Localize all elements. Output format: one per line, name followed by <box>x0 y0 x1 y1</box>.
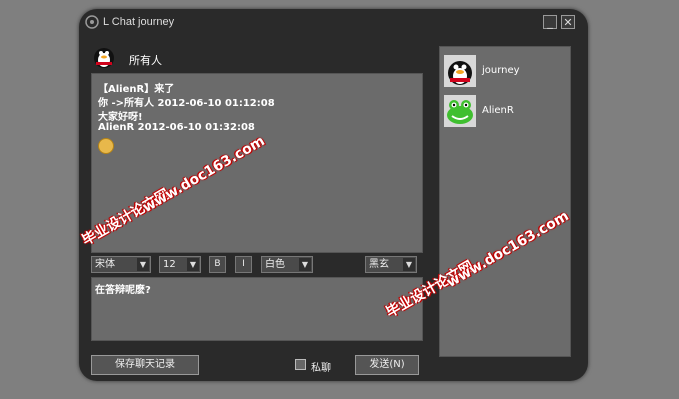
smiley-emoji-icon <box>98 138 114 154</box>
chevron-down-icon: ▼ <box>403 258 415 271</box>
font-size-select[interactable]: 12 ▼ <box>159 256 201 273</box>
message-line: 大家好呀! <box>98 112 143 123</box>
italic-button[interactable]: I <box>235 256 252 273</box>
chevron-down-icon: ▼ <box>137 258 149 271</box>
message-line: 你 ->所有人 2012-06-10 01:12:08 <box>98 98 275 109</box>
user-list: journey AlienR <box>439 46 571 357</box>
private-chat-checkbox[interactable] <box>295 359 306 370</box>
font-color-value: 白色 <box>265 259 285 270</box>
message-input[interactable]: 在答辩呢麽? <box>91 277 423 341</box>
font-size-value: 12 <box>163 259 176 270</box>
font-style-select[interactable]: 黑玄 ▼ <box>365 256 417 273</box>
chevron-down-icon: ▼ <box>187 258 199 271</box>
title-bar[interactable]: L Chat journey _ ✕ <box>79 9 588 37</box>
font-color-select[interactable]: 白色 ▼ <box>261 256 313 273</box>
penguin-avatar-icon <box>444 55 476 87</box>
save-history-button[interactable]: 保存聊天记录 <box>91 355 199 375</box>
user-name: AlienR <box>482 105 514 116</box>
user-list-item[interactable]: journey <box>442 53 568 89</box>
minimize-button[interactable]: _ <box>543 15 557 29</box>
message-line: 【AlienR】来了 <box>98 84 175 95</box>
message-input-text: 在答辩呢麽? <box>95 285 151 296</box>
chat-target-label: 所有人 <box>129 54 162 67</box>
frog-avatar-icon <box>444 95 476 127</box>
user-list-item[interactable]: AlienR <box>442 93 568 129</box>
font-family-select[interactable]: 宋体 ▼ <box>91 256 151 273</box>
private-chat-label: 私聊 <box>311 363 331 374</box>
user-name: journey <box>482 65 520 76</box>
chevron-down-icon: ▼ <box>299 258 311 271</box>
close-button[interactable]: ✕ <box>561 15 575 29</box>
bold-button[interactable]: B <box>209 256 226 273</box>
app-icon <box>85 15 99 29</box>
window-title: L Chat journey <box>103 16 175 28</box>
format-toolbar: 宋体 ▼ 12 ▼ B I 白色 ▼ 黑玄 ▼ <box>91 256 421 276</box>
send-button[interactable]: 发送(N) <box>355 355 419 375</box>
font-style-value: 黑玄 <box>369 259 389 270</box>
penguin-icon <box>94 48 114 68</box>
message-line: AlienR 2012-06-10 01:32:08 <box>98 122 255 133</box>
font-family-value: 宋体 <box>95 259 115 270</box>
message-history[interactable]: 【AlienR】来了 你 ->所有人 2012-06-10 01:12:08 大… <box>91 73 423 253</box>
